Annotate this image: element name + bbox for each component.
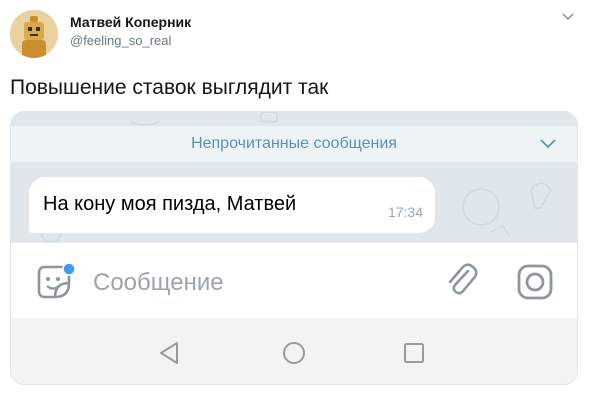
message-input[interactable]: Сообщение [93, 269, 224, 297]
back-triangle-icon[interactable] [157, 340, 183, 366]
chevron-down-icon[interactable] [561, 12, 575, 22]
message-input-bar: Сообщение [11, 242, 577, 319]
message-time: 17:34 [387, 204, 423, 220]
camera-icon[interactable] [515, 262, 555, 302]
avatar[interactable] [10, 10, 58, 58]
recent-square-icon[interactable] [402, 341, 426, 365]
tweet-text: Повышение ставок выглядит так [10, 76, 329, 99]
embedded-screenshot: Непрочитанные сообщения На кону моя пизд… [10, 111, 578, 385]
message-text: На кону моя пизда, Матвей [43, 193, 297, 215]
sticker-icon[interactable] [35, 263, 75, 303]
chevron-down-icon[interactable] [539, 138, 557, 150]
message-bubble[interactable]: На кону моя пизда, Матвей 17:34 [29, 177, 435, 233]
home-circle-icon[interactable] [281, 340, 307, 366]
unread-label: Непрочитанные сообщения [191, 135, 397, 152]
paperclip-icon[interactable] [444, 263, 480, 299]
android-nav-bar [11, 318, 577, 384]
unread-messages-bar[interactable]: Непрочитанные сообщения [11, 126, 577, 162]
author-handle[interactable]: @feeling_so_real [70, 33, 171, 48]
author-name[interactable]: Матвей Коперник [70, 14, 191, 30]
